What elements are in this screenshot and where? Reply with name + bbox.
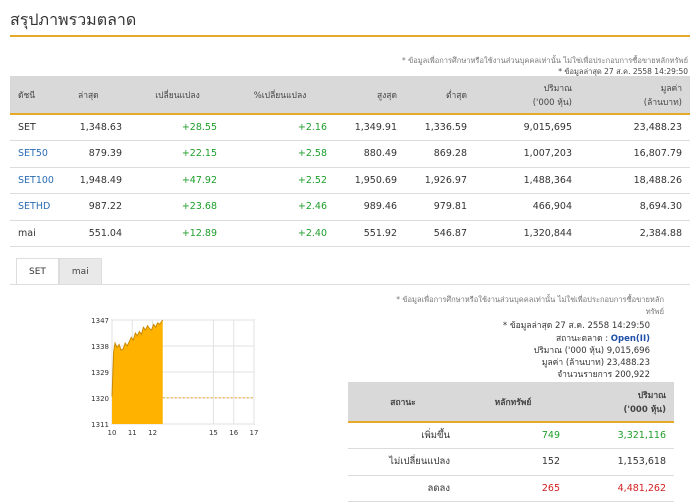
change-value: +22.15 — [130, 140, 225, 168]
volume-value: 1,007,203 — [475, 140, 580, 168]
market-trades: จำนวนรายการ 200,922 — [557, 370, 650, 380]
last-value: 1,948.49 — [70, 167, 130, 194]
table-row: SET100 1,948.49 +47.92 +2.52 1,950.69 1,… — [10, 167, 690, 194]
col-last: ล่าสุด — [70, 76, 130, 115]
chart-y-tick-label: 1347 — [91, 317, 109, 325]
change-value: +12.89 — [130, 220, 225, 247]
chart-y-tick-label: 1338 — [91, 343, 109, 351]
breadth-count: 265 — [458, 475, 568, 502]
breadth-volume: 4,481,262 — [568, 475, 674, 502]
col-value: มูลค่า (ล้านบาท) — [580, 76, 690, 115]
breadth-label: เพิ่มขึ้น — [348, 422, 458, 449]
tab-mai[interactable]: mai — [58, 258, 102, 284]
volume-value: 9,015,695 — [475, 114, 580, 141]
col-volume: ปริมาณ ('000 หุ้น) — [475, 76, 580, 115]
chart-y-tick-label: 1329 — [91, 369, 109, 377]
high-value: 989.46 — [335, 193, 405, 221]
title-divider — [10, 35, 690, 37]
breadth-label: ลดลง — [348, 475, 458, 502]
pct-change-value: +2.40 — [225, 220, 335, 247]
table-row: ไม่เปลี่ยนแปลง 152 1,153,618 — [348, 448, 674, 476]
table-header-row: ดัชนี ล่าสุด เปลี่ยนแปลง %เปลี่ยนแปลง สู… — [10, 76, 690, 115]
breadth-volume: 1,153,618 — [568, 448, 674, 476]
tab-divider — [10, 284, 690, 285]
col-pct-change: %เปลี่ยนแปลง — [225, 76, 335, 115]
high-value: 1,349.91 — [335, 114, 405, 141]
intraday-chart: 1347 1338 1329 1320 131110 11 12 15 16 17 — [91, 317, 259, 437]
table-row: SET 1,348.63 +28.55 +2.16 1,349.91 1,336… — [10, 114, 690, 141]
col-index: ดัชนี — [10, 76, 70, 115]
breadth-count: 749 — [458, 422, 568, 449]
panel-disclaimer: * ข้อมูลเพื่อการศึกษาหรือใช้งานส่วนบุคคล… — [396, 295, 664, 304]
index-link-set50[interactable]: SET50 — [10, 140, 70, 168]
table-row: SETHD 987.22 +23.68 +2.46 989.46 979.81 … — [10, 193, 690, 221]
market-tabs: SET mai — [16, 258, 102, 284]
col-status: สถานะ — [348, 382, 458, 423]
value-value: 2,384.88 — [580, 220, 690, 247]
chart-x-tick-label: 16 — [229, 429, 238, 437]
page-title: สรุปภาพรวมตลาด — [10, 10, 137, 29]
change-value: +47.92 — [130, 167, 225, 194]
index-link-sethd[interactable]: SETHD — [10, 193, 70, 221]
last-value: 551.04 — [70, 220, 130, 247]
table-header-row: สถานะ หลักทรัพย์ ปริมาณ ('000 หุ้น) — [348, 382, 674, 423]
volume-value: 1,320,844 — [475, 220, 580, 247]
col-securities: หลักทรัพย์ — [458, 382, 568, 423]
volume-value: 466,904 — [475, 193, 580, 221]
col-low: ต่ำสุด — [405, 76, 475, 115]
breadth-label: ไม่เปลี่ยนแปลง — [348, 448, 458, 476]
change-value: +23.68 — [130, 193, 225, 221]
low-value: 546.87 — [405, 220, 475, 247]
high-value: 1,950.69 — [335, 167, 405, 194]
value-value: 16,807.79 — [580, 140, 690, 168]
col-high: สูงสุด — [335, 76, 405, 115]
low-value: 1,926.97 — [405, 167, 475, 194]
high-value: 880.49 — [335, 140, 405, 168]
table-row: เพิ่มขึ้น 749 3,321,116 — [348, 422, 674, 449]
index-name: SET — [10, 114, 70, 141]
chart-x-tick-label: 17 — [250, 429, 259, 437]
chart-x-tick-label: 12 — [148, 429, 157, 437]
table-row: mai 551.04 +12.89 +2.40 551.92 546.87 1,… — [10, 220, 690, 247]
index-name: mai — [10, 220, 70, 247]
col-change: เปลี่ยนแปลง — [130, 76, 225, 115]
table-row: ลดลง 265 4,481,262 — [348, 475, 674, 502]
chart-x-tick-label: 15 — [209, 429, 218, 437]
tab-set[interactable]: SET — [16, 258, 59, 284]
low-value: 869.28 — [405, 140, 475, 168]
index-link-set100[interactable]: SET100 — [10, 167, 70, 194]
breadth-count: 152 — [458, 448, 568, 476]
value-value: 23,488.23 — [580, 114, 690, 141]
panel-last-updated: * ข้อมูลล่าสุด 27 ส.ค. 2558 14:29:50 — [502, 321, 650, 331]
value-value: 8,694.30 — [580, 193, 690, 221]
pct-change-value: +2.52 — [225, 167, 335, 194]
last-value: 1,348.63 — [70, 114, 130, 141]
breadth-volume: 3,321,116 — [568, 422, 674, 449]
chart-y-tick-label: 1320 — [91, 395, 109, 403]
high-value: 551.92 — [335, 220, 405, 247]
chart-x-tick-label: 11 — [128, 429, 137, 437]
last-value: 879.39 — [70, 140, 130, 168]
table-row: SET50 879.39 +22.15 +2.58 880.49 869.28 … — [10, 140, 690, 168]
chart-x-tick-label: 10 — [108, 429, 117, 437]
panel-disclaimer-cont: ทรัพย์ — [645, 307, 664, 316]
market-breadth-table: สถานะ หลักทรัพย์ ปริมาณ ('000 หุ้น) เพิ่ม… — [348, 382, 674, 502]
col-breadth-volume: ปริมาณ ('000 หุ้น) — [568, 382, 674, 423]
volume-value: 1,488,364 — [475, 167, 580, 194]
change-value: +28.55 — [130, 114, 225, 141]
pct-change-value: +2.58 — [225, 140, 335, 168]
market-summary-table: ดัชนี ล่าสุด เปลี่ยนแปลง %เปลี่ยนแปลง สู… — [10, 76, 690, 247]
pct-change-value: +2.46 — [225, 193, 335, 221]
low-value: 979.81 — [405, 193, 475, 221]
pct-change-value: +2.16 — [225, 114, 335, 141]
last-value: 987.22 — [70, 193, 130, 221]
value-value: 18,488.26 — [580, 167, 690, 194]
chart-y-tick-label: 1311 — [91, 421, 109, 429]
low-value: 1,336.59 — [405, 114, 475, 141]
